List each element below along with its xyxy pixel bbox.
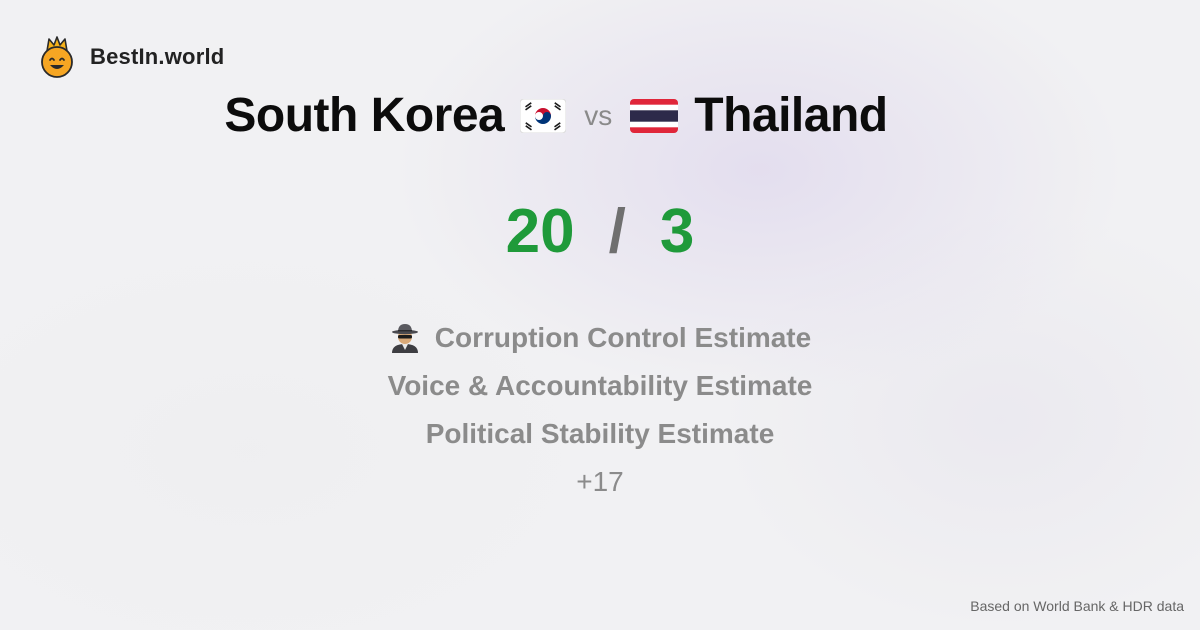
south-korea-flag-icon [520, 98, 567, 133]
metric-item: Corruption Control Estimate [389, 314, 811, 362]
score-a: 20 [505, 197, 575, 266]
score-b: 3 [659, 197, 695, 266]
country-b-name: Thailand [694, 89, 888, 142]
vs-label: vs [584, 99, 613, 131]
metric-item: Voice & Accountability Estimate [388, 362, 813, 410]
comparison-title: South Korea vs Thailand [0, 88, 1112, 143]
metric-label: Political Stability Estimate [425, 418, 775, 449]
score-row: 20 / 3 [0, 196, 1200, 267]
data-source-note: Based on World Bank & HDR data [970, 598, 1184, 614]
metrics-list: Corruption Control Estimate Voice & Acco… [0, 314, 1200, 506]
brand-name: BestIn.world [90, 44, 225, 69]
metric-item: Political Stability Estimate [426, 410, 775, 458]
smiling-face-with-crown-icon [41, 36, 73, 78]
metric-label: Corruption Control Estimate [434, 322, 812, 353]
score-separator: / [608, 197, 626, 266]
thailand-flag-icon [630, 98, 679, 133]
spy-detective-icon [391, 324, 418, 353]
country-a-name: South Korea [224, 89, 505, 142]
brand[interactable]: BestIn.world [38, 36, 224, 78]
more-metrics-count: +17 [576, 466, 624, 497]
metric-label: Voice & Accountability Estimate [387, 370, 813, 401]
